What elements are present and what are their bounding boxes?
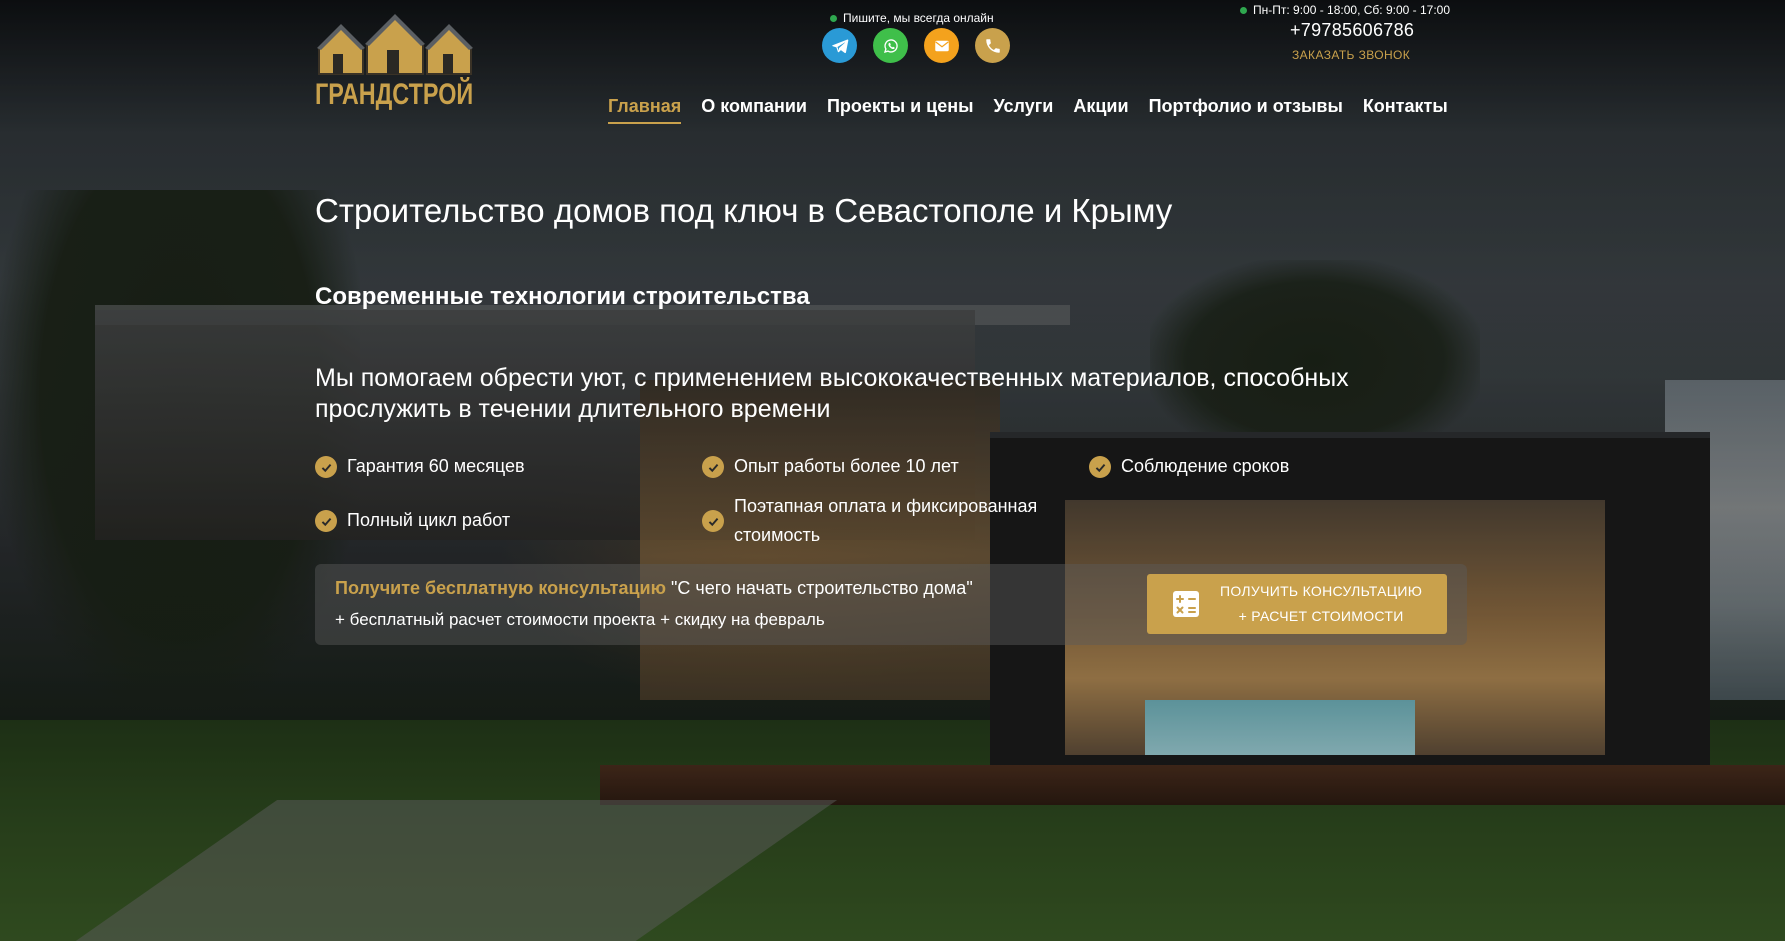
features-list: Гарантия 60 месяцев Опыт работы более 10… [315,452,1465,552]
logo[interactable]: ГРАНДСТРОЙ [315,14,475,114]
cta-label: ПОЛУЧИТЬ КОНСУЛЬТАЦИЮ + РАСЧЕТ СТОИМОСТИ [1220,579,1422,629]
check-icon [315,510,337,532]
check-icon [702,456,724,478]
feature-item: Поэтапная оплата и фиксированная стоимос… [702,492,1072,550]
online-status: Пишите, мы всегда онлайн [830,11,994,25]
calculator-icon [1173,591,1199,617]
get-consultation-button[interactable]: ПОЛУЧИТЬ КОНСУЛЬТАЦИЮ + РАСЧЕТ СТОИМОСТИ [1147,574,1447,634]
nav-item-promotions[interactable]: Акции [1073,96,1128,124]
whatsapp-icon [883,38,898,53]
working-hours: Пн-Пт: 9:00 - 18:00, Сб: 9:00 - 17:00 [1240,3,1450,17]
feature-item: Соблюдение сроков [1089,452,1289,481]
consultation-heading: Получите бесплатную консультацию "С чего… [335,578,973,599]
telegram-icon [831,38,848,53]
hero-title: Строительство домов под ключ в Севастопо… [315,192,1173,229]
nav-item-projects[interactable]: Проекты и цены [827,96,974,124]
check-icon [702,510,724,532]
nav-item-services[interactable]: Услуги [993,96,1053,124]
online-text: Пишите, мы всегда онлайн [843,11,994,25]
feature-text: Соблюдение сроков [1121,456,1290,476]
check-icon [1089,456,1111,478]
feature-text: Гарантия 60 месяцев [347,456,525,476]
nav-item-home[interactable]: Главная [608,96,682,124]
nav-item-about[interactable]: О компании [701,96,807,124]
check-icon [315,456,337,478]
whatsapp-button[interactable] [873,28,908,63]
phone-link[interactable]: +79785606786 [1290,20,1414,41]
email-button[interactable] [924,28,959,63]
nav-item-portfolio[interactable]: Портфолио и отзывы [1149,96,1343,124]
consultation-offer: + бесплатный расчет стоимости проекта + … [335,610,825,629]
hero-subtitle: Современные технологии строительства [315,283,810,310]
phone-icon [985,38,1000,53]
cta-line-1: ПОЛУЧИТЬ КОНСУЛЬТАЦИЮ [1220,583,1423,599]
main-nav: Главная О компании Проекты и цены Услуги… [608,96,1448,124]
callback-link[interactable]: ЗАКАЗАТЬ ЗВОНОК [1292,48,1410,62]
houses-logo-icon [317,14,473,75]
telegram-button[interactable] [822,28,857,63]
call-button[interactable] [975,28,1010,63]
consultation-quote: "С чего начать строительство дома" [671,578,973,598]
hero-lead: Мы помогаем обрести уют, с применением в… [315,364,1349,423]
nav-item-contacts[interactable]: Контакты [1363,96,1448,124]
email-icon [934,40,949,51]
consultation-banner: Получите бесплатную консультацию "С чего… [315,564,1467,645]
feature-item: Гарантия 60 месяцев [315,452,525,481]
online-dot-icon [830,14,837,22]
consultation-strong-text: Получите бесплатную консультацию [335,578,666,598]
hours-dot-icon [1240,6,1247,14]
feature-item: Полный цикл работ [315,506,510,535]
feature-item: Опыт работы более 10 лет [702,452,959,481]
social-links [822,28,1010,63]
logo-text: ГРАНДСТРОЙ [315,78,474,111]
hours-text: Пн-Пт: 9:00 - 18:00, Сб: 9:00 - 17:00 [1253,3,1451,17]
feature-text: Полный цикл работ [347,510,511,530]
feature-text: Поэтапная оплата и фиксированная стоимос… [734,496,1038,545]
feature-text: Опыт работы более 10 лет [734,456,959,476]
cta-line-2: + РАСЧЕТ СТОИМОСТИ [1238,608,1404,624]
